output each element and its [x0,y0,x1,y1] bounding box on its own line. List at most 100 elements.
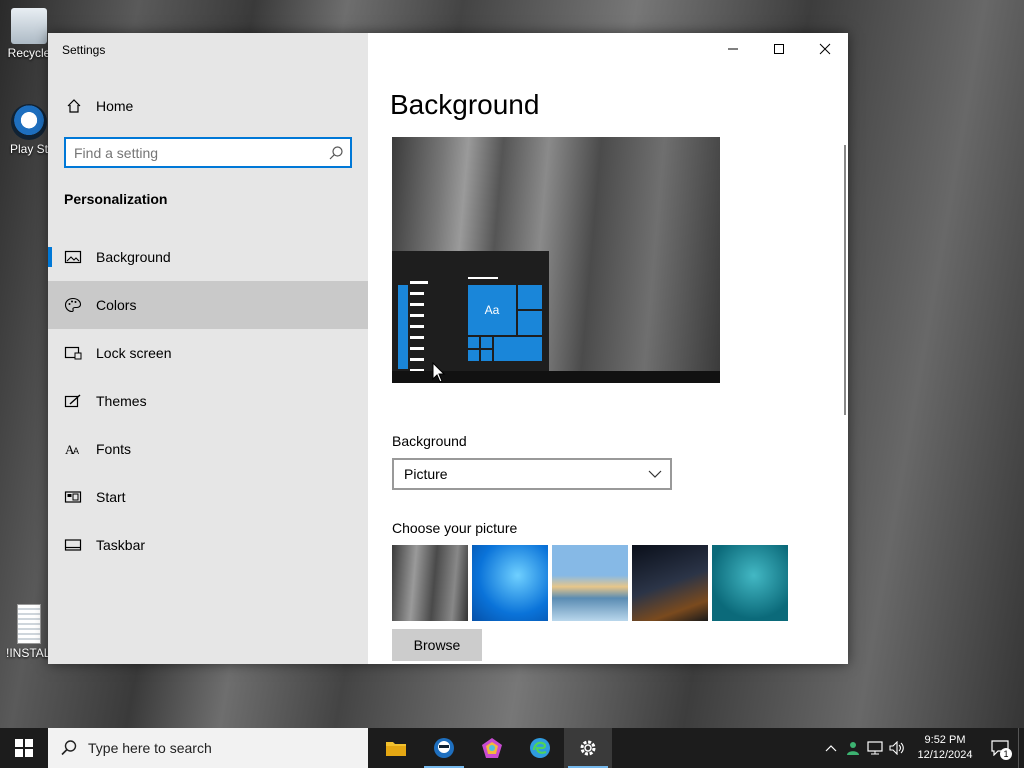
settings-gear-icon [580,740,596,756]
preview-tile [468,337,479,348]
settings-window: Settings Home Personalization Background… [48,33,848,664]
desktop-icon-label: Play St [9,142,48,156]
sidebar-item-label: Taskbar [96,537,146,553]
page-title: Background [390,89,540,120]
picture-thumbnail-underwater[interactable] [712,545,788,621]
mouse-cursor-icon [432,362,446,383]
sidebar-item-label: Themes [96,393,147,409]
fonts-icon: AA [65,442,79,457]
palette-icon [64,297,82,313]
picture-icon [64,250,82,264]
picture-thumbnail-night-sky[interactable] [632,545,708,621]
sidebar-item-colors[interactable]: Colors [48,281,368,329]
tray-user-button[interactable] [842,728,864,768]
personalization-nav: Background Colors Lock screen Themes AA … [48,233,368,569]
settings-search [64,137,352,168]
settings-search-input[interactable] [66,139,316,166]
search-icon[interactable] [328,145,344,161]
action-center-button[interactable]: 1 [982,728,1018,768]
browse-button[interactable]: Browse [392,629,482,661]
desktop-icon-play-store[interactable]: Play St [6,104,52,156]
colorful-app-icon [482,738,502,758]
tray-overflow-button[interactable] [820,728,842,768]
desktop-icon-recycle-bin[interactable]: Recycle [6,8,52,60]
windows-logo-icon [15,739,33,757]
svg-text:A: A [73,446,79,456]
sidebar-item-fonts[interactable]: AA Fonts [48,425,368,473]
preview-tile [494,337,542,361]
home-nav-item[interactable]: Home [48,91,368,121]
recycle-bin-icon [11,8,47,44]
taskbar-app-play-store[interactable] [420,728,468,768]
home-icon [67,99,81,113]
taskbar-apps [372,728,612,768]
preview-tiles: Aa [468,285,542,371]
content-scrollbar[interactable] [844,145,846,415]
taskbar-search-box[interactable]: Type here to search [48,728,368,768]
taskbar: Type here to search 9:52 PM 12/12/2024 1 [0,728,1024,768]
user-people-icon [847,742,859,755]
picture-thumbnails [392,545,788,621]
preview-tiles-header [468,277,498,279]
taskbar-app-file-explorer[interactable] [372,728,420,768]
window-title: Settings [62,43,106,57]
chevron-up-icon [825,745,837,752]
background-type-dropdown[interactable]: Picture [392,458,672,490]
tray-network-button[interactable] [864,728,886,768]
sidebar-item-label: Colors [96,297,137,313]
preview-tile-large: Aa [468,285,516,335]
choose-picture-label: Choose your picture [392,520,518,536]
sidebar-item-label: Background [96,249,171,265]
background-type-label: Background [392,433,467,449]
sidebar-item-label: Fonts [96,441,132,457]
preview-start-menu: Aa [392,251,549,372]
home-label: Home [96,98,134,114]
preview-tile [468,350,479,361]
desktop-preview: Aa [392,137,720,383]
start-button[interactable] [0,728,48,768]
preview-app-strip [398,285,408,369]
taskbar-app-settings[interactable] [564,728,612,768]
search-icon [61,740,77,756]
show-desktop-button[interactable] [1018,728,1024,768]
play-store-icon [11,104,47,140]
preview-tile [518,285,542,309]
sidebar-item-background[interactable]: Background [48,233,368,281]
tray-volume-button[interactable] [886,728,908,768]
main-content: Background Aa Background Picture Choose … [368,33,848,664]
sidebar: Settings Home Personalization Background… [48,33,368,664]
taskbar-clock[interactable]: 9:52 PM 12/12/2024 [908,733,982,763]
dropdown-value: Picture [404,466,448,482]
edge-icon [530,738,550,758]
section-title: Personalization [64,191,168,207]
preview-tile [481,337,492,348]
play-store-icon [434,738,454,758]
clock-date: 12/12/2024 [917,749,973,761]
taskbar-app-edge[interactable] [516,728,564,768]
clock-time: 9:52 PM [924,734,966,746]
network-icon [867,741,883,755]
taskbar-app-colorful[interactable] [468,728,516,768]
preview-tile [481,350,492,361]
preview-tile [518,311,542,335]
system-tray: 9:52 PM 12/12/2024 1 [820,728,1024,768]
picture-thumbnail-windows[interactable] [472,545,548,621]
picture-thumbnail-beach[interactable] [552,545,628,621]
install-file-icon [17,604,41,644]
sidebar-item-taskbar[interactable]: Taskbar [48,521,368,569]
lock-screen-icon [64,346,82,360]
desktop-icon-install[interactable]: !INSTALL [6,604,57,660]
notification-count-badge: 1 [1000,748,1012,760]
volume-icon [889,741,904,755]
sidebar-item-start[interactable]: Start [48,473,368,521]
picture-thumbnail-cliff[interactable] [392,545,468,621]
sidebar-item-label: Lock screen [96,345,172,361]
sidebar-item-themes[interactable]: Themes [48,377,368,425]
taskbar-icon [64,539,82,551]
taskbar-search-placeholder: Type here to search [88,740,212,756]
start-icon [64,491,82,503]
file-explorer-icon [386,742,406,756]
desktop-icon-label: Recycle [7,46,51,60]
themes-icon [64,394,81,408]
sidebar-item-lock-screen[interactable]: Lock screen [48,329,368,377]
